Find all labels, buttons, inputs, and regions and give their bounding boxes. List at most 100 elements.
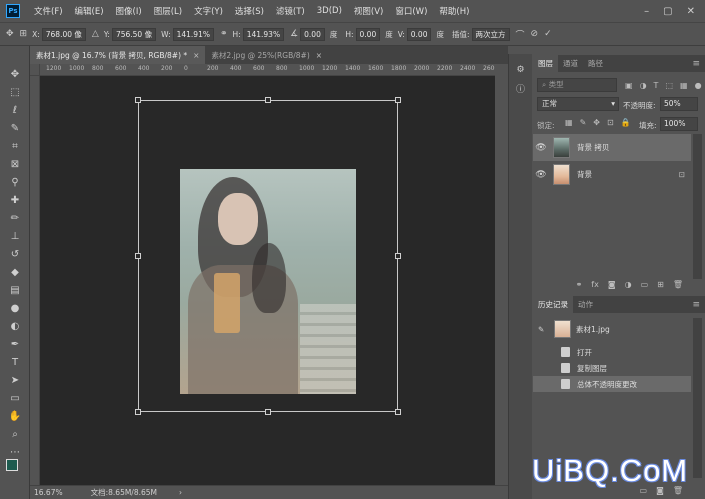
vertical-ruler[interactable] — [30, 76, 40, 485]
history-brush-tool-icon[interactable]: ↺ — [8, 248, 22, 262]
tab-channels[interactable]: 通道 — [558, 55, 583, 72]
info-panel-icon[interactable]: ⓘ — [514, 84, 527, 97]
layers-scrollbar[interactable] — [693, 134, 702, 279]
eraser-tool-icon[interactable]: ◆ — [8, 266, 22, 280]
quick-select-tool-icon[interactable]: ✎ — [8, 122, 22, 136]
layer-name[interactable]: 背景 拷贝 — [577, 142, 609, 153]
lock-position-icon[interactable]: ✥ — [593, 118, 600, 127]
tab-document-1[interactable]: 素材1.jpg @ 16.7% (背景 拷贝, RGB/8#) * × — [30, 46, 206, 64]
zoom-tool-icon[interactable]: ⌕ — [8, 428, 22, 442]
path-selection-tool-icon[interactable]: ➤ — [8, 374, 22, 388]
menu-window[interactable]: 窗口(W) — [389, 5, 433, 17]
layer-kind-filter[interactable]: ⌕ 类型 — [537, 78, 617, 92]
crop-tool-icon[interactable]: ⌗ — [8, 140, 22, 154]
type-filter-icon[interactable]: T — [654, 81, 659, 90]
visibility-eye-icon[interactable]: 👁 — [533, 143, 549, 153]
transform-handle-left[interactable] — [135, 253, 141, 259]
new-group-icon[interactable]: ▭ — [641, 280, 649, 289]
x-input[interactable]: 768.00 像 — [41, 27, 86, 41]
angle-input[interactable]: 0.00 — [300, 27, 325, 41]
lock-transparent-icon[interactable]: ▦ — [565, 118, 573, 127]
menu-view[interactable]: 视图(V) — [348, 5, 389, 17]
warp-icon[interactable]: ⌒ — [516, 28, 525, 41]
status-menu-arrow[interactable]: › — [179, 488, 182, 497]
filter-toggle-icon[interactable]: ● — [695, 81, 702, 90]
menu-3d[interactable]: 3D(D) — [311, 6, 348, 16]
transform-handle-top-right[interactable] — [395, 97, 401, 103]
more-tools-icon[interactable]: ⋯ — [8, 446, 22, 460]
tab-paths[interactable]: 路径 — [583, 55, 608, 72]
panel-menu-icon[interactable]: ≡ — [692, 296, 705, 313]
clone-stamp-tool-icon[interactable]: ⊥ — [8, 230, 22, 244]
move-tool-preset-icon[interactable]: ✥ — [6, 29, 14, 39]
fill-input[interactable]: 100% — [660, 117, 698, 131]
add-mask-icon[interactable]: ◙ — [608, 280, 616, 289]
menu-help[interactable]: 帮助(H) — [433, 5, 475, 17]
history-item-duplicate-layer[interactable]: 复制图层 — [533, 360, 691, 376]
frame-tool-icon[interactable]: ⊠ — [8, 158, 22, 172]
dodge-tool-icon[interactable]: ◐ — [8, 320, 22, 334]
visibility-eye-icon[interactable]: 👁 — [533, 170, 549, 180]
link-layers-icon[interactable]: ⚭ — [576, 280, 583, 289]
opacity-input[interactable]: 50% — [660, 97, 698, 111]
properties-panel-icon[interactable]: ⚙ — [514, 64, 527, 77]
lock-artboard-icon[interactable]: ⊡ — [607, 118, 614, 127]
blur-tool-icon[interactable]: ● — [8, 302, 22, 316]
transform-handle-top[interactable] — [265, 97, 271, 103]
lock-image-icon[interactable]: ✎ — [580, 118, 587, 127]
menu-image[interactable]: 图像(I) — [110, 5, 148, 17]
menu-type[interactable]: 文字(Y) — [188, 5, 229, 17]
cancel-transform-icon[interactable]: ⊘ — [531, 29, 539, 39]
transform-handle-bottom[interactable] — [265, 409, 271, 415]
zoom-level[interactable]: 16.67% — [34, 488, 63, 497]
tab-document-2[interactable]: 素材2.jpg @ 25%(RGB/8#) × — [205, 46, 328, 64]
shape-filter-icon[interactable]: ⬚ — [665, 81, 673, 90]
tab-actions[interactable]: 动作 — [573, 296, 598, 313]
smart-object-filter-icon[interactable]: ▦ — [680, 81, 688, 90]
lasso-tool-icon[interactable]: ℓ — [8, 104, 22, 118]
pixel-filter-icon[interactable]: ▣ — [625, 81, 633, 90]
healing-brush-tool-icon[interactable]: ✚ — [8, 194, 22, 208]
close-window-button[interactable]: ✕ — [687, 6, 695, 17]
menu-edit[interactable]: 编辑(E) — [69, 5, 110, 17]
menu-file[interactable]: 文件(F) — [28, 5, 69, 17]
menu-layer[interactable]: 图层(L) — [148, 5, 188, 17]
tab-history[interactable]: 历史记录 — [533, 296, 573, 313]
transform-handle-bottom-left[interactable] — [135, 409, 141, 415]
panel-menu-icon[interactable]: ≡ — [692, 55, 705, 72]
history-item-open[interactable]: 打开 — [533, 344, 691, 360]
vskew-input[interactable]: 0.00 — [406, 27, 432, 41]
new-layer-icon[interactable]: ⊞ — [657, 280, 664, 289]
move-tool-icon[interactable]: ✥ — [8, 68, 22, 82]
reference-point-icon[interactable]: ⊞ — [20, 29, 28, 39]
tab-layers[interactable]: 图层 — [533, 55, 558, 72]
history-item-opacity-change[interactable]: 总体不透明度更改 — [533, 376, 691, 392]
y-input[interactable]: 756.50 像 — [111, 27, 157, 41]
menu-select[interactable]: 选择(S) — [229, 5, 270, 17]
transform-handle-bottom-right[interactable] — [395, 409, 401, 415]
interpolation-select[interactable]: 两次立方 — [471, 27, 510, 41]
delete-layer-icon[interactable]: 🗑 — [673, 280, 683, 289]
hand-tool-icon[interactable]: ✋ — [8, 410, 22, 424]
gradient-tool-icon[interactable]: ▤ — [8, 284, 22, 298]
adjustment-filter-icon[interactable]: ◑ — [640, 81, 647, 90]
commit-transform-icon[interactable]: ✓ — [544, 29, 552, 39]
layer-row-background-copy[interactable]: 👁 背景 拷贝 — [533, 134, 691, 161]
foreground-color-swatch[interactable] — [6, 459, 18, 471]
transform-bounding-box[interactable] — [135, 97, 401, 415]
type-tool-icon[interactable]: T — [8, 356, 22, 370]
hskew-input[interactable]: 0.00 — [355, 27, 381, 41]
adjustment-layer-icon[interactable]: ◑ — [625, 280, 632, 289]
document-canvas[interactable] — [40, 76, 495, 485]
link-icon[interactable]: ⚭ — [220, 29, 228, 39]
minimize-button[interactable]: – — [644, 6, 649, 17]
eyedropper-tool-icon[interactable]: ⚲ — [8, 176, 22, 190]
close-icon[interactable]: × — [316, 51, 322, 60]
history-snapshot[interactable]: ✎ 素材1.jpg — [533, 318, 691, 340]
close-icon[interactable]: × — [193, 51, 199, 60]
marquee-tool-icon[interactable]: ⬚ — [8, 86, 22, 100]
transform-handle-top-left[interactable] — [135, 97, 141, 103]
menu-filter[interactable]: 滤镜(T) — [270, 5, 311, 17]
brush-tool-icon[interactable]: ✏ — [8, 212, 22, 226]
height-input[interactable]: 141.93% — [242, 27, 285, 41]
